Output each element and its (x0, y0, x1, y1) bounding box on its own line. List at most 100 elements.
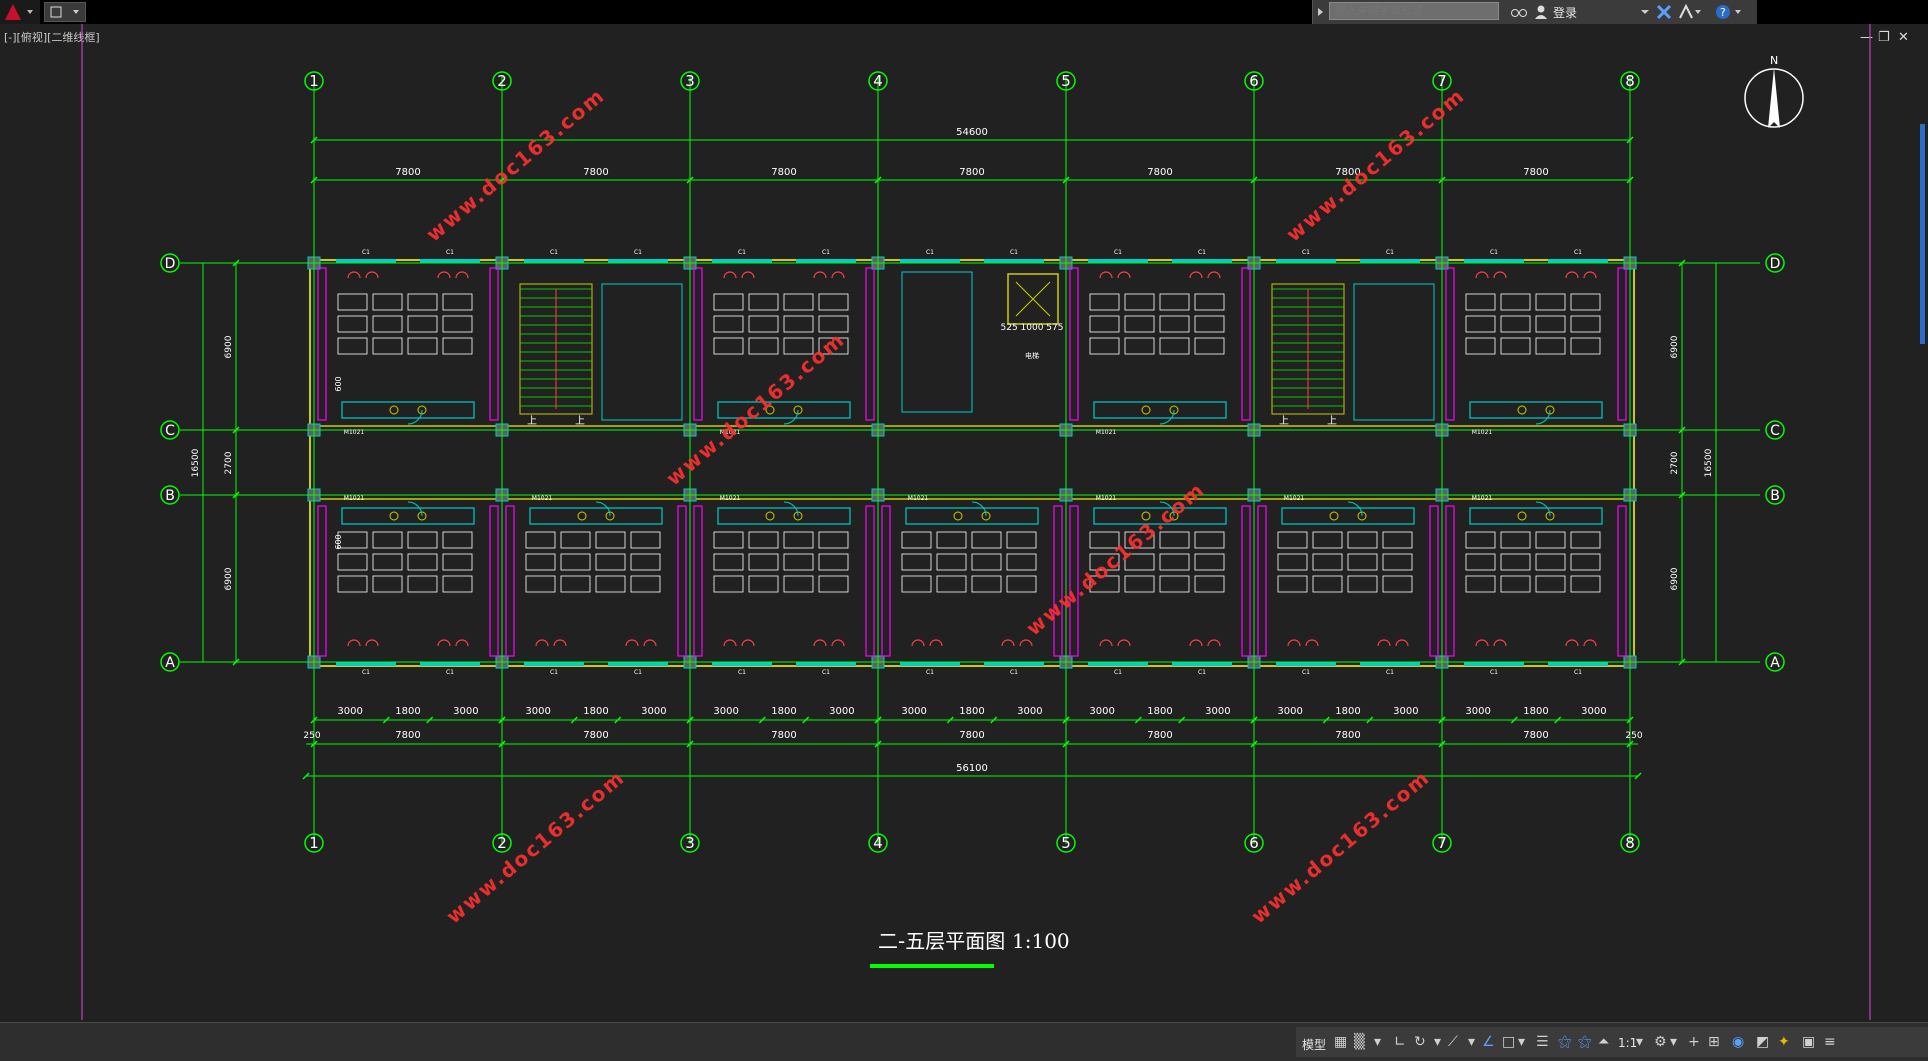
chair (437, 271, 451, 279)
chair (1583, 639, 1597, 647)
ortho-mode-icon[interactable]: ∟ (1394, 1034, 1406, 1050)
window (1276, 662, 1336, 666)
binoculars-icon[interactable] (1509, 0, 1529, 24)
dropdown-arrow-icon[interactable]: ▾ (1468, 1034, 1475, 1050)
chair (455, 639, 469, 647)
object-snap-tracking-icon[interactable]: ∠ (1482, 1034, 1495, 1050)
door-swing (1159, 409, 1175, 425)
window (1548, 662, 1608, 666)
axis-label: D (1770, 256, 1781, 272)
bed (783, 575, 814, 593)
workspace-gear-icon[interactable]: ⚙ (1654, 1034, 1667, 1050)
application-menu-button[interactable] (0, 0, 40, 24)
bed (1194, 553, 1225, 571)
window (608, 662, 668, 666)
login-button[interactable]: 登录 (1553, 4, 1577, 21)
toilet (953, 511, 963, 521)
door-tag: M1021 (344, 429, 365, 436)
bed (1465, 337, 1496, 355)
help-icon[interactable]: ? (1713, 0, 1749, 24)
annotation-scale-icon[interactable]: ⏶ (1598, 1034, 1609, 1050)
dimension-text: 2700 (1670, 451, 1680, 474)
window-tag: C1 (1386, 669, 1394, 676)
hardware-acceleration-icon[interactable]: ◩ (1756, 1034, 1769, 1050)
bed (818, 531, 849, 549)
dimension-text: 600 (334, 376, 343, 391)
bed (1535, 553, 1566, 571)
quick-access-toolbar[interactable] (44, 2, 86, 22)
window (1464, 259, 1524, 263)
annotation-monitor-icon[interactable]: + (1688, 1034, 1700, 1050)
dropdown-arrow-icon[interactable]: ▾ (1518, 1034, 1525, 1050)
dimension-text: 7800 (1523, 730, 1548, 741)
window (712, 662, 772, 666)
bed (901, 575, 932, 593)
north-arrow-icon (1768, 68, 1780, 128)
dropdown-arrow-icon[interactable]: ▾ (1434, 1034, 1441, 1050)
bed (1500, 553, 1531, 571)
isolate-objects-icon[interactable]: ◉ (1732, 1034, 1744, 1050)
bed (1159, 531, 1190, 549)
bed (1006, 531, 1037, 549)
window (1464, 662, 1524, 666)
lineweight-icon[interactable]: ☰ (1536, 1034, 1549, 1050)
window-tag: C1 (446, 249, 454, 256)
isometric-drafting-icon[interactable]: ⟋ (1448, 1034, 1458, 1050)
grid-display-icon[interactable]: ▦ (1334, 1034, 1347, 1050)
auto-scale-icon[interactable]: ⚝ (1578, 1034, 1592, 1050)
window-tag: C1 (446, 669, 454, 676)
room-fixtures (317, 267, 1627, 657)
dropdown-arrow-icon[interactable] (1639, 0, 1651, 24)
bed (1535, 337, 1566, 355)
bed (1347, 575, 1378, 593)
search-input[interactable] (1329, 2, 1499, 20)
polar-tracking-icon[interactable]: ↻ (1414, 1034, 1426, 1050)
dimension-text: 54600 (956, 127, 988, 138)
dropdown-arrow-icon[interactable]: ▾ (1636, 1034, 1643, 1050)
chair (1207, 639, 1221, 647)
bed (630, 531, 661, 549)
drawing-canvas[interactable]: 1 1 2 2 3 3 4 4 5 5 6 6 7 7 8 8 D D C C B B A A 54600 7800 7800 78… (0, 24, 1928, 1022)
bed (407, 337, 438, 355)
drawing-labels: C1 C1 C1 C1 C1 C1 C1 C1 C1 C1 C1 C1 C1 C1 C1 C1 C1 C1 C1 C1… (334, 249, 1582, 676)
bed (1347, 531, 1378, 549)
status-tray: 模型 ▦ ▒ ▾ ∟ ↻ ▾ ⟋ ▾ ∠ □ ▾ ☰ ⚝ ⚝ ⏶ 1:1 ▾ ⚙… (1296, 1027, 1928, 1057)
axis-label: 3 (685, 834, 695, 852)
bed (1382, 531, 1413, 549)
window-tag: C1 (822, 669, 830, 676)
annotation-visibility-icon[interactable]: ⚝ (1558, 1034, 1572, 1050)
toilet (765, 511, 775, 521)
bed (1194, 315, 1225, 333)
partition-wall (865, 267, 875, 421)
model-tab[interactable]: 模型 (1302, 1036, 1326, 1053)
chair (831, 271, 845, 279)
expand-arrow-icon[interactable] (1315, 0, 1327, 24)
bed (748, 293, 779, 311)
dimension-text: 7800 (1523, 167, 1548, 178)
bed (783, 531, 814, 549)
chair (1117, 639, 1131, 647)
units-icon[interactable]: ⊞ (1708, 1034, 1720, 1050)
autodesk-a360-icon[interactable] (1677, 0, 1703, 24)
dimension-text: 1800 (583, 706, 608, 717)
dropdown-arrow-icon[interactable]: ▾ (1670, 1034, 1677, 1050)
partition-wall (1617, 505, 1627, 657)
annotation-scale-value[interactable]: 1:1 (1618, 1036, 1637, 1050)
object-snap-icon[interactable]: □ (1502, 1034, 1515, 1050)
dropdown-arrow-icon[interactable]: ▾ (1374, 1034, 1381, 1050)
bed (1500, 337, 1531, 355)
axis-label: 1 (309, 834, 319, 852)
customization-menu-icon[interactable]: ≡ (1824, 1034, 1836, 1050)
window (900, 662, 960, 666)
watermark-text: www.doc163.com (441, 765, 629, 928)
door-swing (1535, 409, 1551, 425)
exchange-apps-icon[interactable] (1655, 0, 1673, 24)
graphics-performance-icon[interactable]: ✦ (1778, 1034, 1790, 1050)
snap-mode-icon[interactable]: ▒ (1354, 1034, 1365, 1050)
clean-screen-icon[interactable]: ▣ (1802, 1034, 1815, 1050)
window (1088, 259, 1148, 263)
bed (1312, 531, 1343, 549)
window (984, 259, 1044, 263)
partition-wall (1241, 267, 1251, 421)
bed (1277, 553, 1308, 571)
